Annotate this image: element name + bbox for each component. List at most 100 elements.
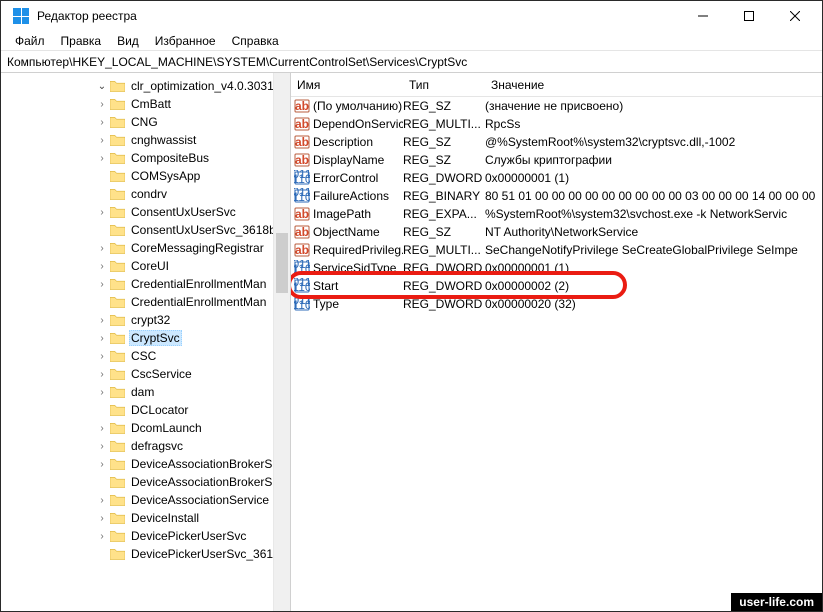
chevron-right-icon[interactable]: › bbox=[95, 459, 109, 470]
tree-item[interactable]: DeviceAssociationBrokerS bbox=[1, 473, 290, 491]
tree-item[interactable]: ›dam bbox=[1, 383, 290, 401]
svg-text:110: 110 bbox=[294, 262, 310, 276]
tree-label: COMSysApp bbox=[129, 169, 202, 183]
tree-item[interactable]: ConsentUxUserSvc_3618b bbox=[1, 221, 290, 239]
value-row[interactable]: 011110ServiceSidTypeREG_DWORD0x00000001 … bbox=[291, 259, 822, 277]
value-row[interactable]: ab(По умолчанию)REG_SZ(значение не присв… bbox=[291, 97, 822, 115]
chevron-right-icon[interactable]: › bbox=[95, 279, 109, 290]
chevron-right-icon[interactable]: › bbox=[95, 387, 109, 398]
menu-edit[interactable]: Правка bbox=[53, 32, 110, 50]
binary-icon: 011110 bbox=[294, 296, 310, 312]
maximize-button[interactable] bbox=[726, 1, 772, 31]
folder-icon bbox=[109, 421, 125, 435]
tree-item[interactable]: DevicePickerUserSvc_3618 bbox=[1, 545, 290, 563]
svg-text:110: 110 bbox=[294, 190, 310, 204]
value-name: Description bbox=[313, 135, 373, 149]
values-pane[interactable]: Имя Тип Значение ab(По умолчанию)REG_SZ(… bbox=[291, 73, 822, 611]
value-row[interactable]: abDescriptionREG_SZ@%SystemRoot%\system3… bbox=[291, 133, 822, 151]
tree-item[interactable]: › DeviceInstall bbox=[1, 509, 290, 527]
chevron-right-icon[interactable]: › bbox=[95, 531, 109, 542]
tree-item[interactable]: condrv bbox=[1, 185, 290, 203]
tree-item[interactable]: ›CredentialEnrollmentMan bbox=[1, 275, 290, 293]
tree-item[interactable]: ›CscService bbox=[1, 365, 290, 383]
chevron-right-icon[interactable]: › bbox=[95, 261, 109, 272]
chevron-right-icon[interactable]: › bbox=[95, 153, 109, 164]
chevron-right-icon[interactable]: › bbox=[95, 351, 109, 362]
value-row[interactable]: abDependOnServiceREG_MULTI...RpcSs bbox=[291, 115, 822, 133]
tree-label: CSC bbox=[129, 349, 158, 363]
tree-item[interactable]: › CNG bbox=[1, 113, 290, 131]
tree-item[interactable]: ›cnghwassist bbox=[1, 131, 290, 149]
tree-item[interactable]: ›defragsvc bbox=[1, 437, 290, 455]
address-bar[interactable]: Компьютер\HKEY_LOCAL_MACHINE\SYSTEM\Curr… bbox=[1, 51, 822, 73]
tree-item[interactable]: ›DcomLaunch bbox=[1, 419, 290, 437]
value-row[interactable]: 011110ErrorControlREG_DWORD0x00000001 (1… bbox=[291, 169, 822, 187]
value-data: RpcSs bbox=[485, 117, 819, 131]
value-type: REG_MULTI... bbox=[403, 117, 485, 131]
menu-view[interactable]: Вид bbox=[109, 32, 147, 50]
value-row[interactable]: 011110TypeREG_DWORD0x00000020 (32) bbox=[291, 295, 822, 313]
chevron-right-icon[interactable]: › bbox=[95, 423, 109, 434]
folder-icon bbox=[109, 277, 125, 291]
tree-scrollbar[interactable] bbox=[273, 73, 290, 611]
folder-icon bbox=[109, 223, 125, 237]
tree-item[interactable]: ›crypt32 bbox=[1, 311, 290, 329]
col-type[interactable]: Тип bbox=[403, 74, 485, 96]
tree-item[interactable]: COMSysApp bbox=[1, 167, 290, 185]
list-header[interactable]: Имя Тип Значение bbox=[291, 73, 822, 97]
chevron-right-icon[interactable]: › bbox=[95, 369, 109, 380]
value-type: REG_MULTI... bbox=[403, 243, 485, 257]
menu-file[interactable]: Файл bbox=[7, 32, 53, 50]
menu-help[interactable]: Справка bbox=[224, 32, 287, 50]
tree-item[interactable]: ⌄clr_optimization_v4.0.3031 bbox=[1, 77, 290, 95]
tree-item[interactable]: › ConsentUxUserSvc bbox=[1, 203, 290, 221]
string-icon: ab bbox=[294, 206, 310, 222]
chevron-right-icon[interactable]: › bbox=[95, 135, 109, 146]
tree-item[interactable]: ›CompositeBus bbox=[1, 149, 290, 167]
tree-item[interactable]: DCLocator bbox=[1, 401, 290, 419]
close-button[interactable] bbox=[772, 1, 818, 31]
chevron-right-icon[interactable]: › bbox=[95, 117, 109, 128]
tree-item[interactable]: › CSC bbox=[1, 347, 290, 365]
tree-label: ConsentUxUserSvc bbox=[129, 205, 238, 219]
tree-label: CNG bbox=[129, 115, 160, 129]
chevron-right-icon[interactable]: › bbox=[95, 207, 109, 218]
folder-icon bbox=[109, 151, 125, 165]
chevron-right-icon[interactable]: › bbox=[95, 441, 109, 452]
chevron-right-icon[interactable]: › bbox=[95, 513, 109, 524]
value-row[interactable]: 011110StartREG_DWORD0x00000002 (2) bbox=[291, 277, 822, 295]
value-row[interactable]: abDisplayNameREG_SZСлужбы криптографии bbox=[291, 151, 822, 169]
value-row[interactable]: abImagePathREG_EXPA...%SystemRoot%\syste… bbox=[291, 205, 822, 223]
svg-text:ab: ab bbox=[295, 117, 309, 131]
folder-icon bbox=[109, 385, 125, 399]
tree-item[interactable]: ›DeviceAssociationBrokerS bbox=[1, 455, 290, 473]
folder-icon bbox=[109, 313, 125, 327]
value-row[interactable]: abObjectNameREG_SZNT Authority\NetworkSe… bbox=[291, 223, 822, 241]
chevron-right-icon[interactable]: › bbox=[95, 315, 109, 326]
tree-item[interactable]: ›CoreUI bbox=[1, 257, 290, 275]
col-value[interactable]: Значение bbox=[485, 74, 822, 96]
chevron-right-icon[interactable]: › bbox=[95, 243, 109, 254]
value-type: REG_EXPA... bbox=[403, 207, 485, 221]
minimize-button[interactable] bbox=[680, 1, 726, 31]
tree-item[interactable]: ›DevicePickerUserSvc bbox=[1, 527, 290, 545]
col-name[interactable]: Имя bbox=[291, 74, 403, 96]
menu-favorites[interactable]: Избранное bbox=[147, 32, 224, 50]
value-row[interactable]: 011110FailureActionsREG_BINARY80 51 01 0… bbox=[291, 187, 822, 205]
chevron-right-icon[interactable]: › bbox=[95, 495, 109, 506]
tree-item[interactable]: ›CoreMessagingRegistrar bbox=[1, 239, 290, 257]
tree-item[interactable]: ›DeviceAssociationService bbox=[1, 491, 290, 509]
svg-text:ab: ab bbox=[295, 99, 309, 113]
chevron-right-icon[interactable]: › bbox=[95, 99, 109, 110]
value-row[interactable]: abRequiredPrivileg...REG_MULTI...SeChang… bbox=[291, 241, 822, 259]
chevron-down-icon[interactable]: ⌄ bbox=[95, 81, 109, 92]
chevron-right-icon[interactable]: › bbox=[95, 333, 109, 344]
binary-icon: 011110 bbox=[294, 278, 310, 294]
tree-pane[interactable]: ⌄clr_optimization_v4.0.3031›CmBatt›CNG›c… bbox=[1, 73, 291, 611]
tree-label: DeviceInstall bbox=[129, 511, 201, 525]
tree-item[interactable]: CredentialEnrollmentMan bbox=[1, 293, 290, 311]
registry-editor-window: Редактор реестра Файл Правка Вид Избранн… bbox=[0, 0, 823, 612]
tree-item[interactable]: ›CryptSvc bbox=[1, 329, 290, 347]
tree-item[interactable]: ›CmBatt bbox=[1, 95, 290, 113]
titlebar[interactable]: Редактор реестра bbox=[1, 1, 822, 31]
